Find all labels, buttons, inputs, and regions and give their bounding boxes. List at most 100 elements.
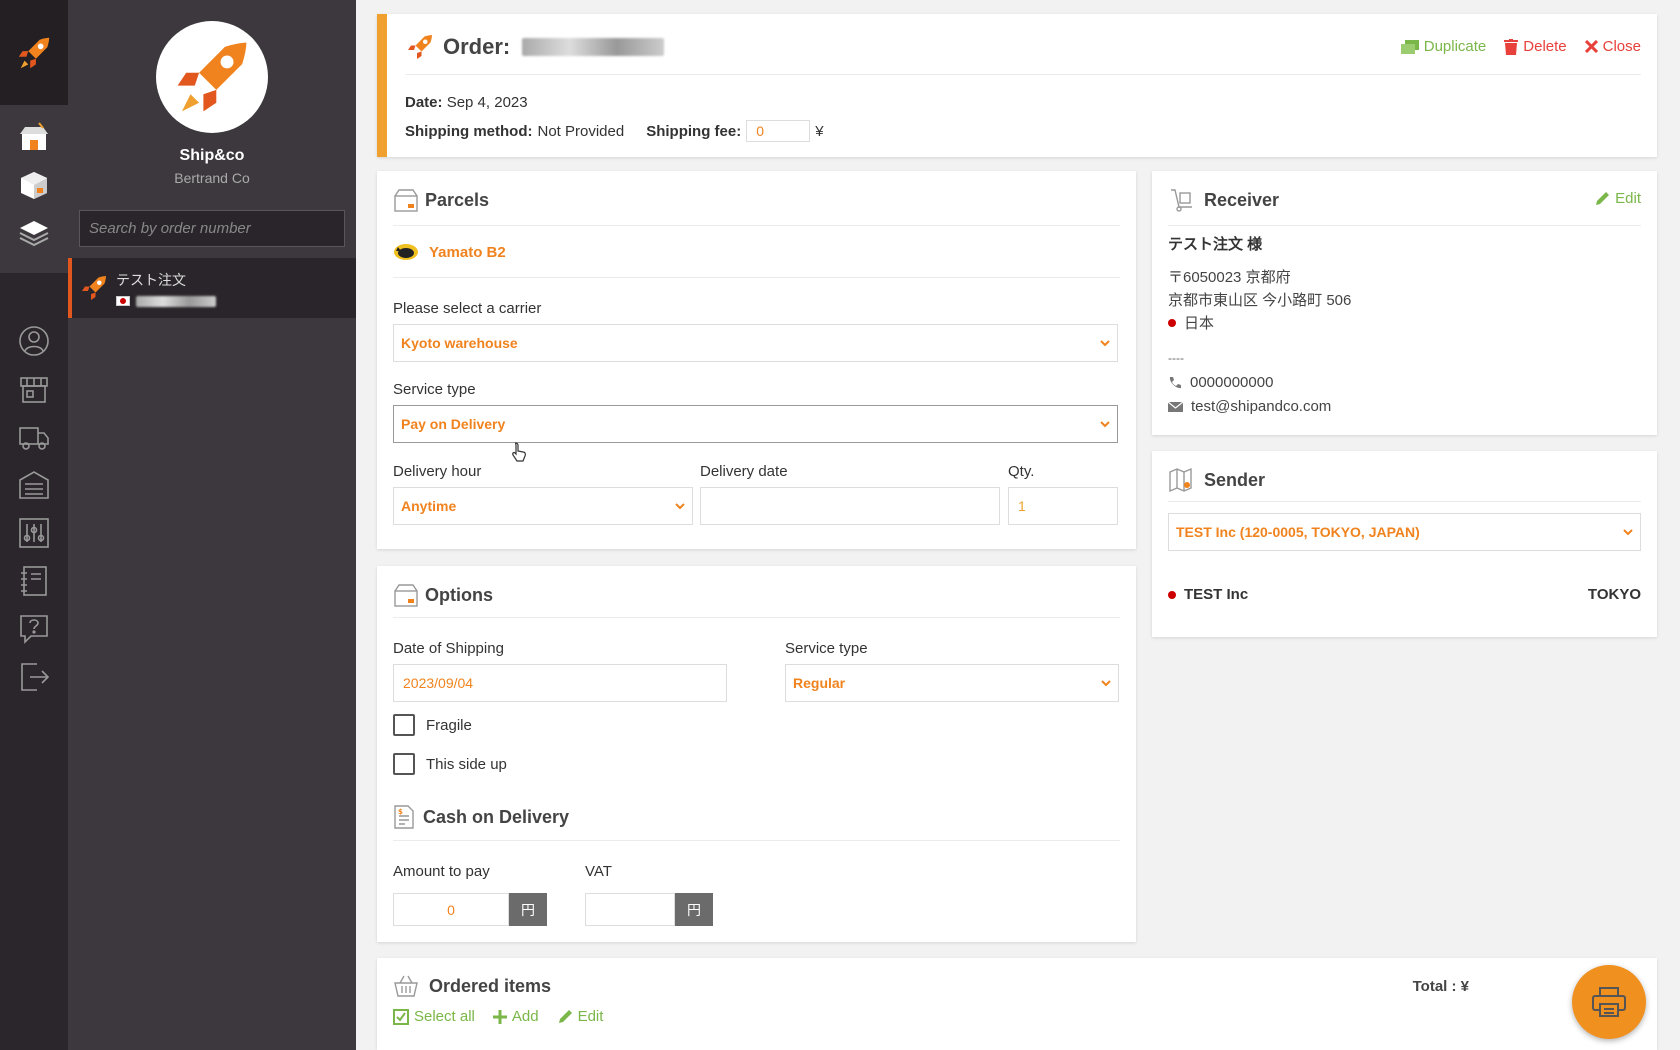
items-total: Total : ¥ [1412,978,1469,995]
parcels-title: Parcels [393,187,489,213]
basket-icon [394,975,418,997]
delivery-hour-select[interactable]: Anytime [393,487,693,525]
fragile-checkbox[interactable] [393,714,415,736]
rail-bottom-group [0,273,68,701]
print-button[interactable] [1572,965,1646,1039]
plus-icon [492,1009,507,1024]
org-avatar[interactable] [156,21,268,133]
delivery-date-input[interactable] [700,487,1000,525]
shipping-method-value: Not Provided [537,122,625,140]
qty-input[interactable]: 1 [1008,487,1118,525]
sidebar-panel: Ship&co Bertrand Co テスト注文 [68,0,356,1050]
service-type-value: Pay on Delivery [401,416,506,432]
checkbox-checked-icon [393,1008,409,1025]
app-name: Ship&co [179,147,245,164]
delete-button[interactable]: Delete [1504,38,1567,55]
options-service-type-select[interactable]: Regular [785,664,1119,702]
rail-account[interactable] [0,317,68,365]
edit-items-button[interactable]: Edit [557,1008,603,1025]
rail-help[interactable] [0,605,68,653]
add-item-button[interactable]: Add [492,1008,539,1025]
order-title: Order: [405,32,665,62]
close-button[interactable]: Close [1584,38,1641,55]
rocket-icon [177,42,247,112]
chevron-down-icon [1100,421,1110,428]
fragile-label: Fragile [426,716,472,734]
amount-unit: 円 [509,893,547,926]
rail-parcels[interactable] [0,161,68,209]
options-card: Options Date of Shipping 2023/09/04 Serv… [377,566,1136,942]
shipping-fee-input[interactable]: 0 [746,120,811,142]
app-logo[interactable] [0,0,68,105]
japan-flag-icon [1168,318,1176,327]
hand-truck-icon [1171,189,1192,212]
rail-address-book[interactable] [0,557,68,605]
receiver-card: Receiver Edit テスト注文 様 〒6050023 京都府 京都市東山… [1152,171,1657,435]
icon-rail [0,0,68,1050]
rail-stores[interactable] [0,365,68,413]
receiver-address-line1: 〒6050023 京都府 [1168,269,1291,286]
rocket-logo-icon [18,37,50,68]
rail-settings[interactable] [0,509,68,557]
receiver-edit-button[interactable]: Edit [1594,190,1641,207]
date-of-shipping-input[interactable]: 2023/09/04 [393,664,727,702]
sender-select[interactable]: TEST Inc (120-0005, TOKYO, JAPAN) [1168,513,1641,551]
select-all-button[interactable]: Select all [393,1008,475,1025]
rail-carriers[interactable] [0,413,68,461]
duplicate-icon [1400,39,1419,54]
chevron-down-icon [1623,529,1633,536]
receiver-country-row: 日本 [1168,312,1214,333]
rail-warehouses[interactable] [0,461,68,509]
sender-name: TEST Inc [1184,586,1249,603]
pencil-icon [1596,191,1610,205]
truck-icon [19,427,49,450]
service-type-label: Service type [393,381,476,398]
vat-unit: 円 [675,893,713,926]
delivery-hour-label: Delivery hour [393,463,482,480]
chevron-down-icon [1101,680,1111,687]
this-side-up-option: This side up [393,753,507,775]
carrier-name: Yamato B2 [429,243,506,261]
order-id-redacted [522,38,665,56]
rail-stack[interactable] [0,209,68,257]
ordered-items-actions: Select all Add Edit [393,1008,603,1025]
sender-card: Sender TEST Inc (120-0005, TOKYO, JAPAN)… [1152,451,1657,637]
receiver-title: Receiver [1168,187,1279,213]
order-header-card: Order: Duplicate Delete Close Date: Sep … [377,14,1657,157]
order-search-input[interactable] [89,220,335,237]
duplicate-button[interactable]: Duplicate [1400,38,1486,55]
ordered-items-card: Ordered items Select all Add Edit Total … [377,958,1657,1050]
help-icon [20,615,48,644]
receiver-phone-row: 0000000000 [1168,374,1273,391]
shipping-method-label: Shipping method: [405,122,533,140]
order-list-item-name: テスト注文 [116,271,186,288]
logout-icon [21,663,50,691]
vat-input[interactable] [585,893,675,926]
service-type-select[interactable]: Pay on Delivery [393,405,1118,443]
sender-summary: TEST Inc [1168,586,1248,603]
notebook-icon [21,566,47,596]
delivery-hour-value: Anytime [401,498,457,514]
order-search [79,210,345,247]
date-of-shipping-label: Date of Shipping [393,640,504,657]
rail-logout[interactable] [0,653,68,701]
order-actions: Duplicate Delete Close [1400,38,1641,55]
carrier-select-value: Kyoto warehouse [401,335,518,351]
trash-icon [1504,38,1519,55]
japan-flag-icon [116,296,130,306]
this-side-up-checkbox[interactable] [393,753,415,775]
vat-label: VAT [585,863,612,880]
carrier-select[interactable]: Kyoto warehouse [393,324,1118,362]
invoice-icon: $ [394,805,414,829]
receiver-phone: 0000000000 [1190,374,1274,391]
receiver-country: 日本 [1184,315,1215,332]
svg-text:$: $ [398,808,403,816]
order-list-item[interactable]: テスト注文 [68,258,356,318]
rail-store-orders[interactable] [0,113,68,161]
sliders-icon [19,518,49,548]
parcel-box-icon [394,189,418,212]
fragile-option: Fragile [393,714,472,736]
rocket-icon [408,35,432,59]
vat-field: 円 [585,893,713,926]
amount-input[interactable]: 0 [393,893,509,926]
